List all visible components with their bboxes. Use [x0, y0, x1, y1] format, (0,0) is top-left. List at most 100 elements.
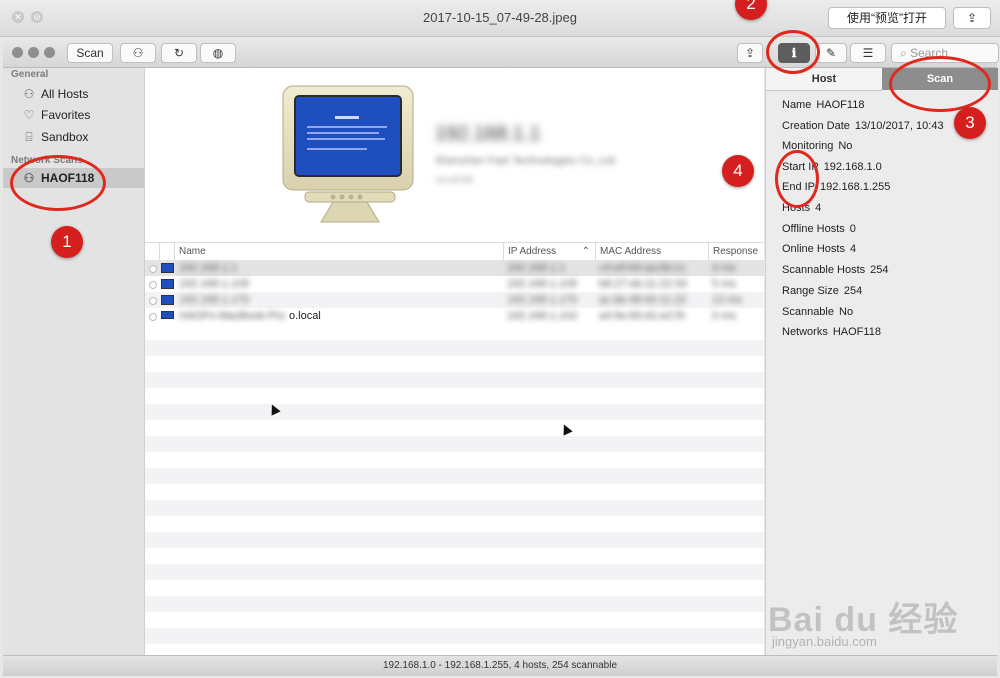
row-response: 5 ms	[712, 278, 736, 290]
sidebar: General ⚇ All Hosts ♡ Favorites ⌸ Sandbo…	[3, 68, 145, 655]
row-name: 192.168.1.105	[179, 278, 250, 290]
host-table-header: Name IP Address ⌃ MAC Address Response	[145, 242, 764, 261]
property-value: 0	[849, 223, 856, 235]
empty-row	[145, 628, 764, 644]
computer-icon	[161, 295, 174, 305]
tools-button[interactable]: ✎	[815, 43, 847, 63]
property-value: HAOF118	[832, 326, 881, 338]
property-scannable-hosts: Scannable Hosts 254	[782, 264, 889, 276]
table-row[interactable]: 192.168.1.105 192.168.1.105 b8:27:eb:11:…	[145, 276, 764, 292]
share-button[interactable]: ⇪	[953, 7, 991, 29]
sidebar-item-label: Sandbox	[41, 130, 89, 144]
search-icon: ⌕	[900, 46, 907, 60]
empty-row	[145, 596, 764, 612]
property-value: 254	[843, 285, 863, 297]
property-value: HAOF118	[816, 99, 865, 111]
row-response: 0 ms	[712, 310, 736, 322]
network-button[interactable]: ⚇	[120, 43, 156, 63]
property-value: 4	[815, 202, 822, 214]
globe-icon: ◍	[212, 46, 224, 60]
property-label: Monitoring	[782, 140, 834, 152]
preview-title-bar: ✕ ⊘ 2017-10-15_07-49-28.jpeg 使用“预览”打开 ⇪	[0, 0, 1000, 37]
heart-icon: ♡	[23, 108, 35, 122]
close-window-button[interactable]	[12, 47, 23, 58]
property-label: Scannable Hosts	[782, 264, 866, 276]
status-dot	[149, 297, 157, 305]
info-button[interactable]: ℹ	[778, 43, 810, 63]
main-content: 192.168.1.1 Shenzhen Fast Technologies C…	[145, 68, 764, 655]
empty-row	[145, 404, 764, 420]
app-toolbar: Scan ⚇ ↻ ◍ ⇪ ℹ ✎ ☰ ⌕ Search	[3, 37, 999, 68]
laptop-icon	[161, 311, 174, 319]
table-row[interactable]: HAOFs-MacBook-Pro o.local 192.168.1.102 …	[145, 308, 764, 324]
column-name[interactable]: Name	[174, 243, 503, 260]
network-icon: ⚇	[23, 87, 35, 101]
property-start-ip: Start IP 192.168.1.0	[782, 161, 882, 173]
open-with-preview-button[interactable]: 使用“预览”打开	[828, 7, 946, 29]
sidebar-item-label: All Hosts	[41, 87, 89, 101]
property-label: Creation Date	[782, 120, 850, 132]
sidebar-item-sandbox[interactable]: ⌸ Sandbox	[3, 127, 144, 147]
zoom-window-button[interactable]	[44, 47, 55, 58]
column-response[interactable]: Response	[708, 243, 769, 260]
refresh-button[interactable]: ↻	[161, 43, 197, 63]
property-value: 192.168.1.255	[820, 181, 891, 193]
status-dot	[149, 313, 157, 321]
share-icon: ⇪	[966, 11, 978, 25]
scan-button[interactable]: Scan	[67, 43, 113, 63]
property-offline-hosts: Offline Hosts 0	[782, 223, 856, 235]
sidebar-item-label: HAOF118	[41, 171, 95, 185]
network-icon: ⚇	[23, 171, 35, 185]
property-value: 13/10/2017, 10:43	[854, 120, 944, 132]
annotation-badge-4: 4	[722, 155, 754, 187]
row-response: 13 ms	[712, 294, 742, 306]
row-ip: 192.168.1.102	[507, 310, 578, 322]
export-button[interactable]: ⇪	[737, 43, 763, 63]
property-label: Offline Hosts	[782, 223, 845, 235]
table-row[interactable]: 192.168.1.1 192.168.1.1 c4:e9:84:aa:bb:c…	[145, 260, 764, 276]
row-ip: 192.168.1.170	[507, 294, 578, 306]
row-name-hidden: HAOFs-MacBook-Pro	[179, 310, 286, 322]
property-label: Hosts	[782, 202, 811, 214]
sidebar-item-haof118[interactable]: ⚇ HAOF118	[3, 168, 144, 188]
annotation-badge-3: 3	[954, 107, 986, 139]
sidebar-item-all-hosts[interactable]: ⚇ All Hosts	[3, 84, 144, 104]
property-range-size: Range Size 254	[782, 285, 862, 297]
property-online-hosts: Online Hosts 4	[782, 243, 856, 255]
property-monitoring: Monitoring No	[782, 140, 852, 152]
host-extra: c4:e9:84	[435, 175, 474, 186]
property-creation-date: Creation Date 13/10/2017, 10:43	[782, 120, 944, 132]
refresh-icon: ↻	[173, 46, 185, 60]
property-label: End IP	[782, 181, 816, 193]
sidebar-item-favorites[interactable]: ♡ Favorites	[3, 105, 144, 125]
sidebar-header-network-scans: Network Scans	[11, 155, 83, 166]
property-value: 254	[870, 264, 889, 276]
sort-ascending-icon: ⌃	[581, 246, 590, 257]
column-ip-address[interactable]: IP Address ⌃	[503, 243, 594, 260]
settings-button[interactable]: ☰	[850, 43, 886, 63]
tab-host[interactable]: Host	[766, 68, 882, 91]
property-hosts: Hosts 4	[782, 202, 821, 214]
row-ip: 192.168.1.1	[507, 262, 566, 274]
search-field[interactable]: ⌕ Search	[891, 43, 999, 63]
property-scannable: Scannable No	[782, 306, 853, 318]
annotation-badge-1: 1	[51, 226, 83, 258]
property-value: No	[838, 140, 853, 152]
sliders-icon: ☰	[862, 46, 874, 60]
row-mac: c4:e9:84:aa:bb:cc	[599, 262, 686, 274]
tab-scan[interactable]: Scan	[882, 68, 998, 90]
column-label: IP Address	[508, 246, 557, 257]
row-mac: ac:de:48:00:11:22	[599, 294, 687, 306]
column-mac-address[interactable]: MAC Address	[595, 243, 710, 260]
minimize-window-button[interactable]	[28, 47, 39, 58]
table-row[interactable]: 192.168.1.170 192.168.1.170 ac:de:48:00:…	[145, 292, 764, 308]
empty-row	[145, 532, 764, 548]
network-icon: ⚇	[132, 46, 144, 60]
globe-button[interactable]: ◍	[200, 43, 236, 63]
row-ip: 192.168.1.105	[507, 278, 578, 290]
property-label: Scannable	[782, 306, 834, 318]
row-name: 192.168.1.170	[179, 294, 250, 306]
empty-row	[145, 564, 764, 580]
mouse-cursor-icon	[559, 422, 573, 436]
host-vendor: Shenzhen Fast Technologies Co.,Ltd.	[435, 155, 618, 167]
